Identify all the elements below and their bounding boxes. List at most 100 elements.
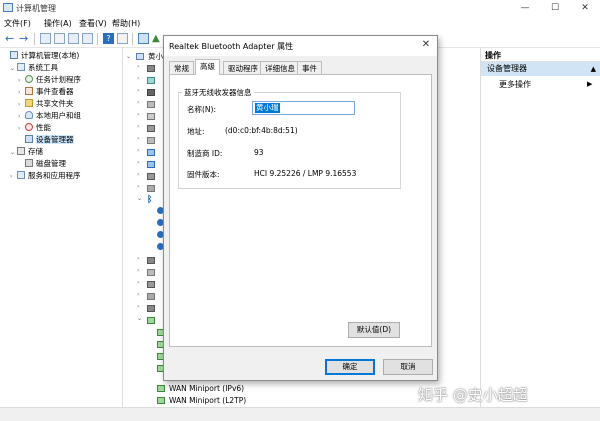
tree-item-event-viewer[interactable]: › 事件查看器 bbox=[18, 86, 74, 98]
list-item[interactable]: WAN Miniport (IPv6) bbox=[157, 383, 244, 395]
tree-item-label: 设备管理器 bbox=[36, 135, 74, 144]
close-button[interactable]: ✕ bbox=[570, 0, 600, 16]
device-category-icon[interactable] bbox=[147, 137, 155, 144]
chevron-down-icon[interactable]: ⌄ bbox=[126, 51, 131, 63]
chevron-right-icon[interactable]: ▶ bbox=[587, 80, 592, 88]
window-title-bar: 计算机管理 — ☐ ✕ bbox=[0, 0, 600, 16]
adapter-name-input[interactable]: 黄小瑞 bbox=[252, 101, 355, 115]
device-category-icon[interactable] bbox=[147, 101, 155, 108]
network-adapter-icon[interactable] bbox=[147, 317, 155, 324]
chevron-right-icon[interactable]: › bbox=[137, 267, 139, 274]
tree-expander[interactable]: ⌄ bbox=[10, 147, 17, 159]
network-adapter-icon bbox=[157, 385, 165, 392]
actions-pane: 操作 设备管理器 ▲ 更多操作 ▶ bbox=[480, 47, 600, 407]
more-actions-label: 更多操作 bbox=[499, 80, 531, 89]
chevron-up-icon[interactable]: ▲ bbox=[591, 62, 596, 76]
group-title: 蓝牙无线收发器信息 bbox=[182, 87, 254, 98]
forward-icon[interactable]: → bbox=[19, 33, 30, 44]
keyboard-icon[interactable] bbox=[147, 185, 155, 192]
device-category-icon[interactable] bbox=[147, 281, 155, 288]
adapter-name-value: 黄小瑞 bbox=[255, 103, 280, 113]
cancel-button[interactable]: 取消 bbox=[383, 359, 433, 375]
chevron-right-icon[interactable]: › bbox=[137, 303, 139, 310]
tree-item-system-tools[interactable]: ⌄ 系统工具 bbox=[10, 62, 58, 74]
chevron-right-icon[interactable]: › bbox=[137, 87, 139, 94]
chevron-down-icon[interactable]: ⌄ bbox=[137, 315, 142, 322]
help-icon[interactable]: ? bbox=[103, 33, 114, 44]
tree-item-performance[interactable]: › 性能 bbox=[18, 122, 51, 134]
properties-icon[interactable] bbox=[82, 33, 93, 44]
address-label: 地址: bbox=[187, 127, 205, 136]
chevron-right-icon[interactable]: › bbox=[137, 123, 139, 130]
tree-item-task-scheduler[interactable]: › 任务计划程序 bbox=[18, 74, 81, 86]
console-icon[interactable] bbox=[117, 33, 128, 44]
update-driver-icon[interactable]: ▲ bbox=[152, 33, 163, 44]
restore-default-button[interactable]: 默认值(D) bbox=[348, 322, 400, 338]
device-category-icon[interactable] bbox=[147, 89, 155, 96]
minimize-button[interactable]: — bbox=[510, 0, 540, 16]
tab-events[interactable]: 事件 bbox=[297, 61, 322, 74]
device-category-icon[interactable] bbox=[147, 65, 155, 72]
tree-item-services-applications[interactable]: › 服务和应用程序 bbox=[10, 170, 81, 182]
up-folder-icon[interactable] bbox=[40, 33, 51, 44]
chevron-right-icon[interactable]: › bbox=[137, 63, 139, 70]
tree-item-storage[interactable]: ⌄ 存储 bbox=[10, 146, 43, 158]
tree-item-local-users-groups[interactable]: › 本地用户和组 bbox=[18, 110, 81, 122]
chevron-right-icon[interactable]: › bbox=[137, 99, 139, 106]
chevron-right-icon[interactable]: › bbox=[137, 291, 139, 298]
chevron-right-icon[interactable]: › bbox=[137, 171, 139, 178]
bluetooth-icon[interactable]: ᛒ bbox=[147, 195, 152, 205]
mouse-icon[interactable] bbox=[147, 293, 155, 300]
tab-advanced[interactable]: 高级 bbox=[195, 59, 220, 75]
tree-item-device-manager[interactable]: 设备管理器 bbox=[18, 134, 74, 146]
chevron-right-icon[interactable]: › bbox=[137, 75, 139, 82]
actions-device-manager[interactable]: 设备管理器 ▲ bbox=[481, 62, 600, 76]
back-icon[interactable]: ← bbox=[5, 33, 16, 44]
dialog-close-icon[interactable]: ✕ bbox=[419, 38, 433, 52]
storage-icon bbox=[17, 147, 25, 155]
tree-expander[interactable]: ⌄ bbox=[10, 63, 17, 75]
tree-item-label: 事件查看器 bbox=[36, 87, 74, 96]
actions-device-manager-label: 设备管理器 bbox=[487, 64, 527, 73]
chevron-right-icon[interactable]: › bbox=[137, 183, 139, 190]
chevron-right-icon[interactable]: › bbox=[137, 147, 139, 154]
list-item[interactable]: WAN Miniport (L2TP) bbox=[157, 395, 246, 407]
tab-details[interactable]: 详细信息 bbox=[260, 61, 300, 74]
menu-file[interactable]: 文件(F) bbox=[4, 18, 31, 29]
menu-view[interactable]: 查看(V) bbox=[79, 18, 107, 29]
tab-driver[interactable]: 驱动程序 bbox=[223, 61, 263, 74]
chevron-right-icon[interactable]: › bbox=[137, 255, 139, 262]
device-category-icon[interactable] bbox=[147, 173, 155, 180]
device-category-icon[interactable] bbox=[147, 257, 155, 264]
disk-icon bbox=[25, 159, 33, 167]
menu-action[interactable]: 操作(A) bbox=[44, 18, 72, 29]
list-view-icon[interactable] bbox=[68, 33, 79, 44]
device-category-icon[interactable] bbox=[147, 269, 155, 276]
chevron-right-icon[interactable]: › bbox=[137, 111, 139, 118]
tree-item-computer-management[interactable]: 计算机管理(本地) bbox=[3, 50, 79, 62]
tab-general[interactable]: 常规 bbox=[169, 61, 194, 74]
device-category-icon[interactable] bbox=[147, 77, 155, 84]
chevron-right-icon[interactable]: › bbox=[137, 159, 139, 166]
monitor-icon[interactable] bbox=[147, 161, 155, 168]
chevron-down-icon[interactable]: ⌄ bbox=[137, 195, 142, 202]
toolbar-separator bbox=[97, 33, 98, 45]
device-category-icon[interactable] bbox=[147, 305, 155, 312]
list-item[interactable]: ⌄ 黄小 bbox=[126, 51, 163, 63]
menu-help[interactable]: 帮助(H) bbox=[112, 18, 140, 29]
monitor-icon[interactable] bbox=[147, 149, 155, 156]
chevron-right-icon[interactable]: › bbox=[137, 135, 139, 142]
more-actions-link[interactable]: 更多操作 bbox=[499, 79, 531, 90]
tree-item-disk-management[interactable]: 磁盘管理 bbox=[18, 158, 66, 170]
ok-button[interactable]: 确定 bbox=[325, 359, 375, 375]
performance-icon bbox=[25, 123, 33, 131]
show-hide-tree-icon[interactable] bbox=[54, 33, 65, 44]
dialog-title: Realtek Bluetooth Adapter 属性 bbox=[169, 42, 294, 51]
tree-expander[interactable]: › bbox=[10, 171, 17, 183]
chevron-right-icon[interactable]: › bbox=[137, 279, 139, 286]
tree-item-shared-folders[interactable]: › 共享文件夹 bbox=[18, 98, 74, 110]
device-category-icon[interactable] bbox=[147, 113, 155, 120]
monitor-icon[interactable] bbox=[138, 33, 149, 44]
maximize-button[interactable]: ☐ bbox=[540, 0, 570, 16]
device-category-icon[interactable] bbox=[147, 125, 155, 132]
